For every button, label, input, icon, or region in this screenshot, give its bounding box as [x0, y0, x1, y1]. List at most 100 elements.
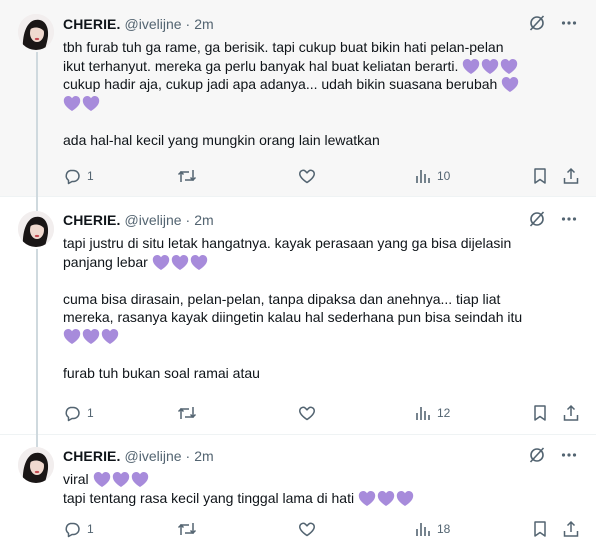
more-options-icon[interactable] — [560, 14, 578, 32]
purple-heart-icon — [501, 58, 518, 74]
tweet-text-segment: mereka, rasanya kayak diingetin kalau ha… — [63, 309, 523, 325]
share-button[interactable] — [562, 404, 580, 422]
tweet-text: tbh furab tuh ga rame, ga berisik. tapi … — [63, 38, 582, 149]
tweet-text: tapi justru di situ letak hangatnya. kay… — [63, 234, 582, 382]
views-count: 12 — [437, 406, 451, 420]
bookmark-icon — [534, 521, 546, 537]
avatar[interactable] — [18, 14, 54, 50]
purple-heart-icon — [82, 95, 100, 111]
repost-button[interactable] — [177, 520, 197, 538]
tweet-text-segment: panjang lebar — [63, 253, 148, 270]
purple-heart-icon — [131, 472, 148, 487]
views-count: 18 — [437, 522, 451, 536]
separator-dot: · — [185, 212, 191, 228]
reply-button[interactable]: 1 — [63, 404, 94, 422]
tweet-text-line: ikut terhanyut. mereka ga perlu banyak h… — [63, 57, 582, 76]
tweet-text-line — [63, 94, 582, 113]
more-options-icon[interactable] — [560, 446, 578, 464]
views-button[interactable]: 12 — [415, 404, 450, 422]
display-name[interactable]: CHERIE. — [63, 212, 121, 228]
tweet-text-segment: ada hal-hal kecil yang mungkin orang lai… — [63, 131, 380, 148]
grok-icon[interactable] — [528, 14, 546, 32]
views-icon — [416, 170, 430, 183]
repost-icon — [177, 407, 197, 419]
tweet-text-line: viral — [63, 470, 582, 489]
repost-icon — [177, 170, 197, 182]
grok-icon[interactable] — [528, 446, 546, 464]
action-bar: 1 10 — [63, 167, 582, 187]
avatar-image — [18, 14, 54, 50]
tweet[interactable]: CHERIE. @ivelijne · 2m tapi justru di si… — [0, 197, 596, 435]
user-handle[interactable]: @ivelijne — [125, 448, 182, 464]
like-button[interactable] — [298, 167, 316, 185]
tweet-text-line: panjang lebar — [63, 253, 582, 272]
tweet-header: CHERIE. @ivelijne · 2m — [63, 446, 582, 466]
purple-heart-icon — [82, 328, 100, 344]
avatar-image — [18, 211, 54, 247]
reply-count: 1 — [87, 522, 94, 536]
grok-icon[interactable] — [528, 210, 546, 228]
tweet-text-segment: furab tuh bukan soal ramai atau — [63, 364, 260, 381]
purple-heart-icon — [358, 490, 376, 506]
action-bar: 1 12 — [63, 404, 582, 424]
tweet-text-segment: cukup hadir aja, cukup jadi apa adanya..… — [63, 76, 498, 92]
tweet[interactable]: CHERIE. @ivelijne · 2m viral tapi tentan… — [0, 435, 596, 550]
reply-button[interactable]: 1 — [63, 520, 94, 538]
tweet-text-line: cuma bisa dirasain, pelan-pelan, tanpa d… — [63, 290, 582, 309]
bookmark-button[interactable] — [532, 167, 548, 185]
repost-icon — [177, 523, 197, 535]
purple-heart-icon — [63, 95, 81, 111]
views-button[interactable]: 18 — [415, 520, 450, 538]
purple-heart-icon — [463, 58, 480, 74]
share-icon — [563, 404, 579, 421]
avatar[interactable] — [18, 211, 54, 247]
tweet-text-segment: tapi justru di situ letak hangatnya. kay… — [63, 235, 512, 251]
tweet-header: CHERIE. @ivelijne · 2m — [63, 14, 582, 34]
tweet[interactable]: CHERIE. @ivelijne · 2m tbh furab tuh ga … — [0, 0, 596, 197]
reply-count: 1 — [87, 169, 94, 183]
repost-button[interactable] — [177, 404, 197, 422]
purple-heart-icon — [482, 58, 499, 74]
purple-heart-icon — [93, 472, 110, 487]
reply-icon — [65, 522, 80, 538]
thread-line — [36, 52, 38, 197]
views-icon — [416, 407, 430, 420]
tweet-text-segment: tbh furab tuh ga rame, ga berisik. tapi … — [63, 39, 504, 55]
user-handle[interactable]: @ivelijne — [125, 212, 182, 228]
views-icon — [416, 523, 430, 536]
like-button[interactable] — [298, 520, 316, 538]
bookmark-icon — [534, 405, 546, 421]
more-options-icon[interactable] — [560, 210, 578, 228]
thread-line — [36, 435, 38, 447]
tweet-text-segment: ikut terhanyut. mereka ga perlu banyak h… — [63, 57, 459, 74]
tweet-text-line — [63, 345, 582, 364]
separator-dot: · — [185, 448, 191, 464]
like-button[interactable] — [298, 404, 316, 422]
avatar-image — [18, 447, 54, 483]
views-button[interactable]: 10 — [415, 167, 450, 185]
avatar[interactable] — [18, 447, 54, 483]
tweet-text-line: tbh furab tuh ga rame, ga berisik. tapi … — [63, 38, 582, 57]
user-handle[interactable]: @ivelijne — [125, 16, 182, 32]
tweet-header: CHERIE. @ivelijne · 2m — [63, 210, 582, 230]
reply-button[interactable]: 1 — [63, 167, 94, 185]
tweet-text-line: furab tuh bukan soal ramai atau — [63, 364, 582, 383]
purple-heart-icon — [502, 77, 519, 92]
tweet-text-line: mereka, rasanya kayak diingetin kalau ha… — [63, 308, 582, 327]
purple-heart-icon — [152, 254, 169, 270]
purple-heart-icon — [190, 254, 207, 270]
timestamp[interactable]: 2m — [194, 16, 213, 32]
share-button[interactable] — [562, 167, 580, 185]
timestamp[interactable]: 2m — [194, 448, 213, 464]
display-name[interactable]: CHERIE. — [63, 16, 121, 32]
tweet-text-segment: tapi tentang rasa kecil yang tinggal lam… — [63, 489, 355, 506]
timestamp[interactable]: 2m — [194, 212, 213, 228]
repost-button[interactable] — [177, 167, 197, 185]
share-button[interactable] — [562, 520, 580, 538]
reply-icon — [65, 169, 80, 185]
purple-heart-icon — [63, 328, 81, 344]
bookmark-button[interactable] — [532, 404, 548, 422]
reply-count: 1 — [87, 406, 94, 420]
display-name[interactable]: CHERIE. — [63, 448, 121, 464]
bookmark-button[interactable] — [532, 520, 548, 538]
